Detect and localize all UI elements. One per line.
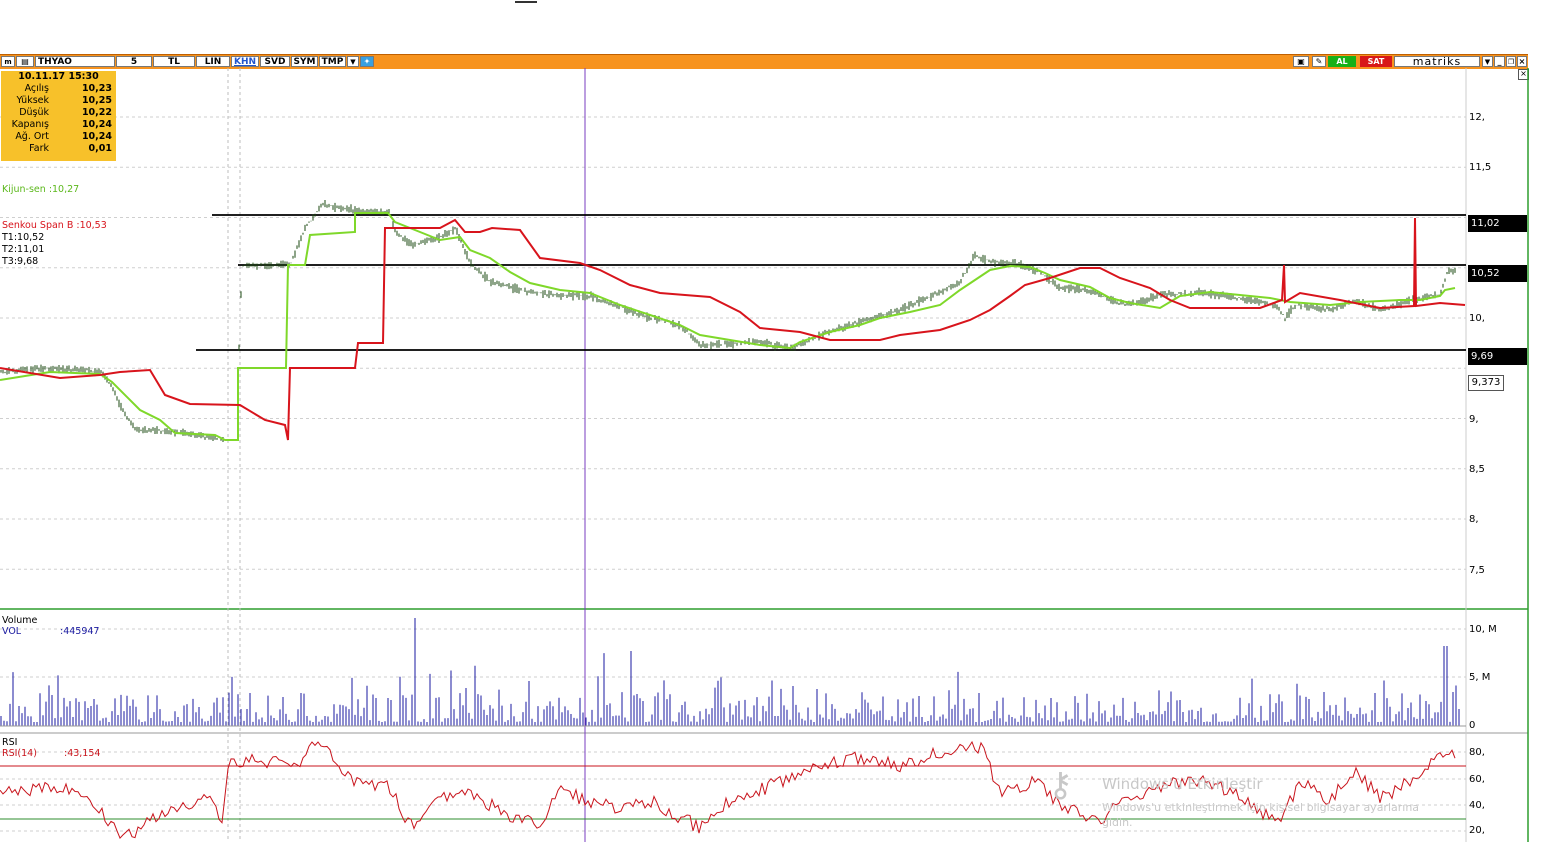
kijun-legend: Kijun-sen :10,27 [2, 184, 80, 195]
axis-tick-8-5: 8,5 [1469, 464, 1485, 475]
price-tag-t1: 10,52 [1468, 265, 1527, 282]
ohlc-row-close: Kapanış 10,24 [11, 119, 112, 130]
activation-title: Windows'u Etkinleştir [1102, 775, 1263, 793]
ohlc-row-high: Yüksek 10,25 [16, 95, 112, 106]
ohlc-info-box: 10.11.17 15:30 Açılış 10,23 Yüksek 10,25 D… [1, 71, 116, 161]
senkou-span-b-line [0, 217, 1466, 441]
volume-tick-0: 0 [1469, 720, 1476, 731]
rsi-tick-20: 20, [1469, 825, 1485, 836]
activation-line1: Windows'u etkinleştirmek için kişisel bi… [1102, 801, 1420, 814]
price-tag-t3: 9,69 [1468, 348, 1527, 365]
rsi-value: :43,154 [64, 748, 101, 759]
kijun-sen-line [0, 212, 1456, 441]
volume-tick-5m: 5, M [1469, 672, 1491, 683]
axis-tick-10: 10, [1469, 313, 1485, 324]
cursor-price-tag: 9,373 [1468, 375, 1504, 391]
axis-tick-8: 8, [1469, 514, 1479, 525]
t2-legend: T2:11,01 [2, 244, 45, 255]
key-icon: ⚷ [1048, 765, 1073, 805]
axis-tick-11-5: 11,5 [1469, 162, 1492, 173]
volume-title: Volume [2, 615, 38, 626]
ohlc-row-avg: Ağ. Ort 10,24 [15, 131, 112, 142]
volume-value: :445947 [60, 626, 100, 637]
ohlc-row-change: Fark 0,01 [29, 143, 112, 154]
volume-tick-10m: 10, M [1469, 624, 1497, 635]
rsi-tick-60: 60, [1469, 774, 1485, 785]
axis-tick-12: 12, [1469, 112, 1485, 123]
rsi-label: RSI(14) [2, 748, 37, 759]
senkou-legend: Senkou Span B :10,53 [2, 220, 107, 231]
volume-label: VOL [2, 626, 22, 637]
ohlc-datetime: 10.11.17 15:30 [18, 71, 99, 82]
rsi-tick-40: 40, [1469, 800, 1485, 811]
t3-legend: T3:9,68 [2, 256, 39, 267]
axis-tick-9: 9, [1469, 414, 1479, 425]
price-tag-t2: 11,02 [1468, 215, 1527, 232]
t1-legend: T1:10,52 [2, 232, 45, 243]
rsi-title: RSI [2, 737, 18, 748]
price-chart [0, 68, 1529, 842]
axis-tick-7-5: 7,5 [1469, 565, 1485, 576]
ohlc-row-low: Düşük 10,22 [19, 107, 112, 118]
activation-line2: gidin. [1102, 816, 1133, 829]
ohlc-row-open: Açılış 10,23 [24, 83, 112, 94]
rsi-tick-80: 80, [1469, 747, 1485, 758]
